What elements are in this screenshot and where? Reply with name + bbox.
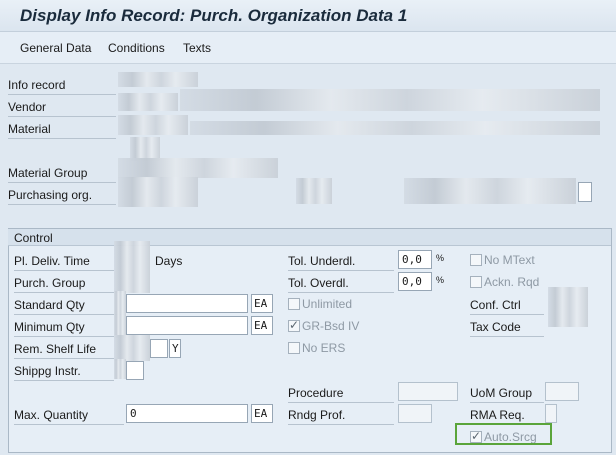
max-quantity-field[interactable]: 0 <box>126 404 248 423</box>
purchasing-org-extra <box>296 178 332 204</box>
purchasing-org-label: Purchasing org. <box>8 188 116 205</box>
ackn-rqd-label: Ackn. Rqd <box>484 275 540 289</box>
uom-group-field[interactable] <box>545 382 579 401</box>
pl-deliv-time-unit: Days <box>155 254 183 268</box>
vendor-name <box>180 89 600 111</box>
conf-ctrl-label: Conf. Ctrl <box>470 298 544 315</box>
purchasing-org-description <box>404 178 576 204</box>
texts-button[interactable]: Texts <box>183 41 211 55</box>
tax-code-label: Tax Code <box>470 320 544 337</box>
shippg-instr-label: Shippg Instr. <box>14 364 114 381</box>
conditions-button[interactable]: Conditions <box>108 41 165 55</box>
standard-qty-unit: EA <box>251 294 273 313</box>
max-quantity-unit: EA <box>251 404 273 423</box>
rndg-prof-label: Rndg Prof. <box>288 408 394 425</box>
unlimited-label: Unlimited <box>302 297 353 311</box>
procedure-field[interactable] <box>398 382 458 401</box>
tol-underdl-percent: % <box>436 253 445 263</box>
minimum-qty-unit: EA <box>251 316 273 335</box>
rndg-prof-field[interactable] <box>398 404 432 423</box>
material-description <box>190 121 600 135</box>
info-record-value <box>118 72 198 87</box>
shippg-instr-blur <box>114 359 126 379</box>
minimum-qty-label: Minimum Qty <box>14 320 124 337</box>
max-quantity-label: Max. Quantity <box>14 408 124 425</box>
vendor-label: Vendor <box>8 100 116 117</box>
main-content: Info record Vendor Material Material Gro… <box>0 65 616 455</box>
tol-overdl-label: Tol. Overdl. <box>288 276 394 293</box>
purchasing-org-field[interactable] <box>578 182 592 202</box>
standard-qty-blur <box>114 291 126 315</box>
standard-qty-label: Standard Qty <box>14 298 124 315</box>
material-label: Material <box>8 122 116 139</box>
purch-group-label: Purch. Group <box>14 276 114 293</box>
gr-bsd-iv-label: GR-Bsd IV <box>302 319 360 333</box>
tol-underdl-field[interactable]: 0,0 <box>398 250 432 269</box>
tol-overdl-percent: % <box>436 275 445 285</box>
no-mtext-checkbox[interactable] <box>470 254 482 266</box>
application-toolbar: General Data Conditions Texts <box>0 32 616 64</box>
no-ers-checkbox[interactable] <box>288 342 300 354</box>
rma-req-field[interactable] <box>545 404 557 423</box>
material-number <box>118 115 188 135</box>
pl-deliv-time-value <box>114 241 150 267</box>
shippg-instr-field[interactable] <box>126 361 144 380</box>
tol-overdl-field[interactable]: 0,0 <box>398 272 432 291</box>
ackn-rqd-checkbox[interactable] <box>470 276 482 288</box>
vendor-number <box>118 93 178 111</box>
purchasing-org-value <box>118 177 198 207</box>
general-data-button[interactable]: General Data <box>20 41 91 55</box>
auto-srcg-highlight <box>455 423 552 445</box>
rem-shelf-life-field[interactable] <box>150 339 168 358</box>
window-title: Display Info Record: Purch. Organization… <box>20 6 408 25</box>
procedure-label: Procedure <box>288 386 394 403</box>
no-ers-label: No ERS <box>302 341 346 355</box>
purch-group-value <box>114 267 150 293</box>
control-group-title: Control <box>8 229 611 246</box>
rem-shelf-life-unit: Y <box>169 339 181 358</box>
uom-group-label: UoM Group <box>470 386 544 403</box>
gr-bsd-iv-checkbox[interactable] <box>288 318 300 332</box>
info-record-label: Info record <box>8 78 116 95</box>
title-bar: Display Info Record: Purch. Organization… <box>0 0 616 32</box>
rem-shelf-life-label: Rem. Shelf Life <box>14 342 114 359</box>
material-group-label: Material Group <box>8 166 116 183</box>
rem-shelf-life-value <box>114 335 150 361</box>
standard-qty-field[interactable] <box>126 294 248 313</box>
conf-ctrl-value <box>548 287 588 327</box>
minimum-qty-field[interactable] <box>126 316 248 335</box>
pl-deliv-time-label: Pl. Deliv. Time <box>14 254 114 271</box>
no-mtext-label: No MText <box>484 253 535 267</box>
tol-underdl-label: Tol. Underdl. <box>288 254 394 271</box>
unlimited-checkbox[interactable] <box>288 298 300 310</box>
material-group-value <box>118 158 278 178</box>
